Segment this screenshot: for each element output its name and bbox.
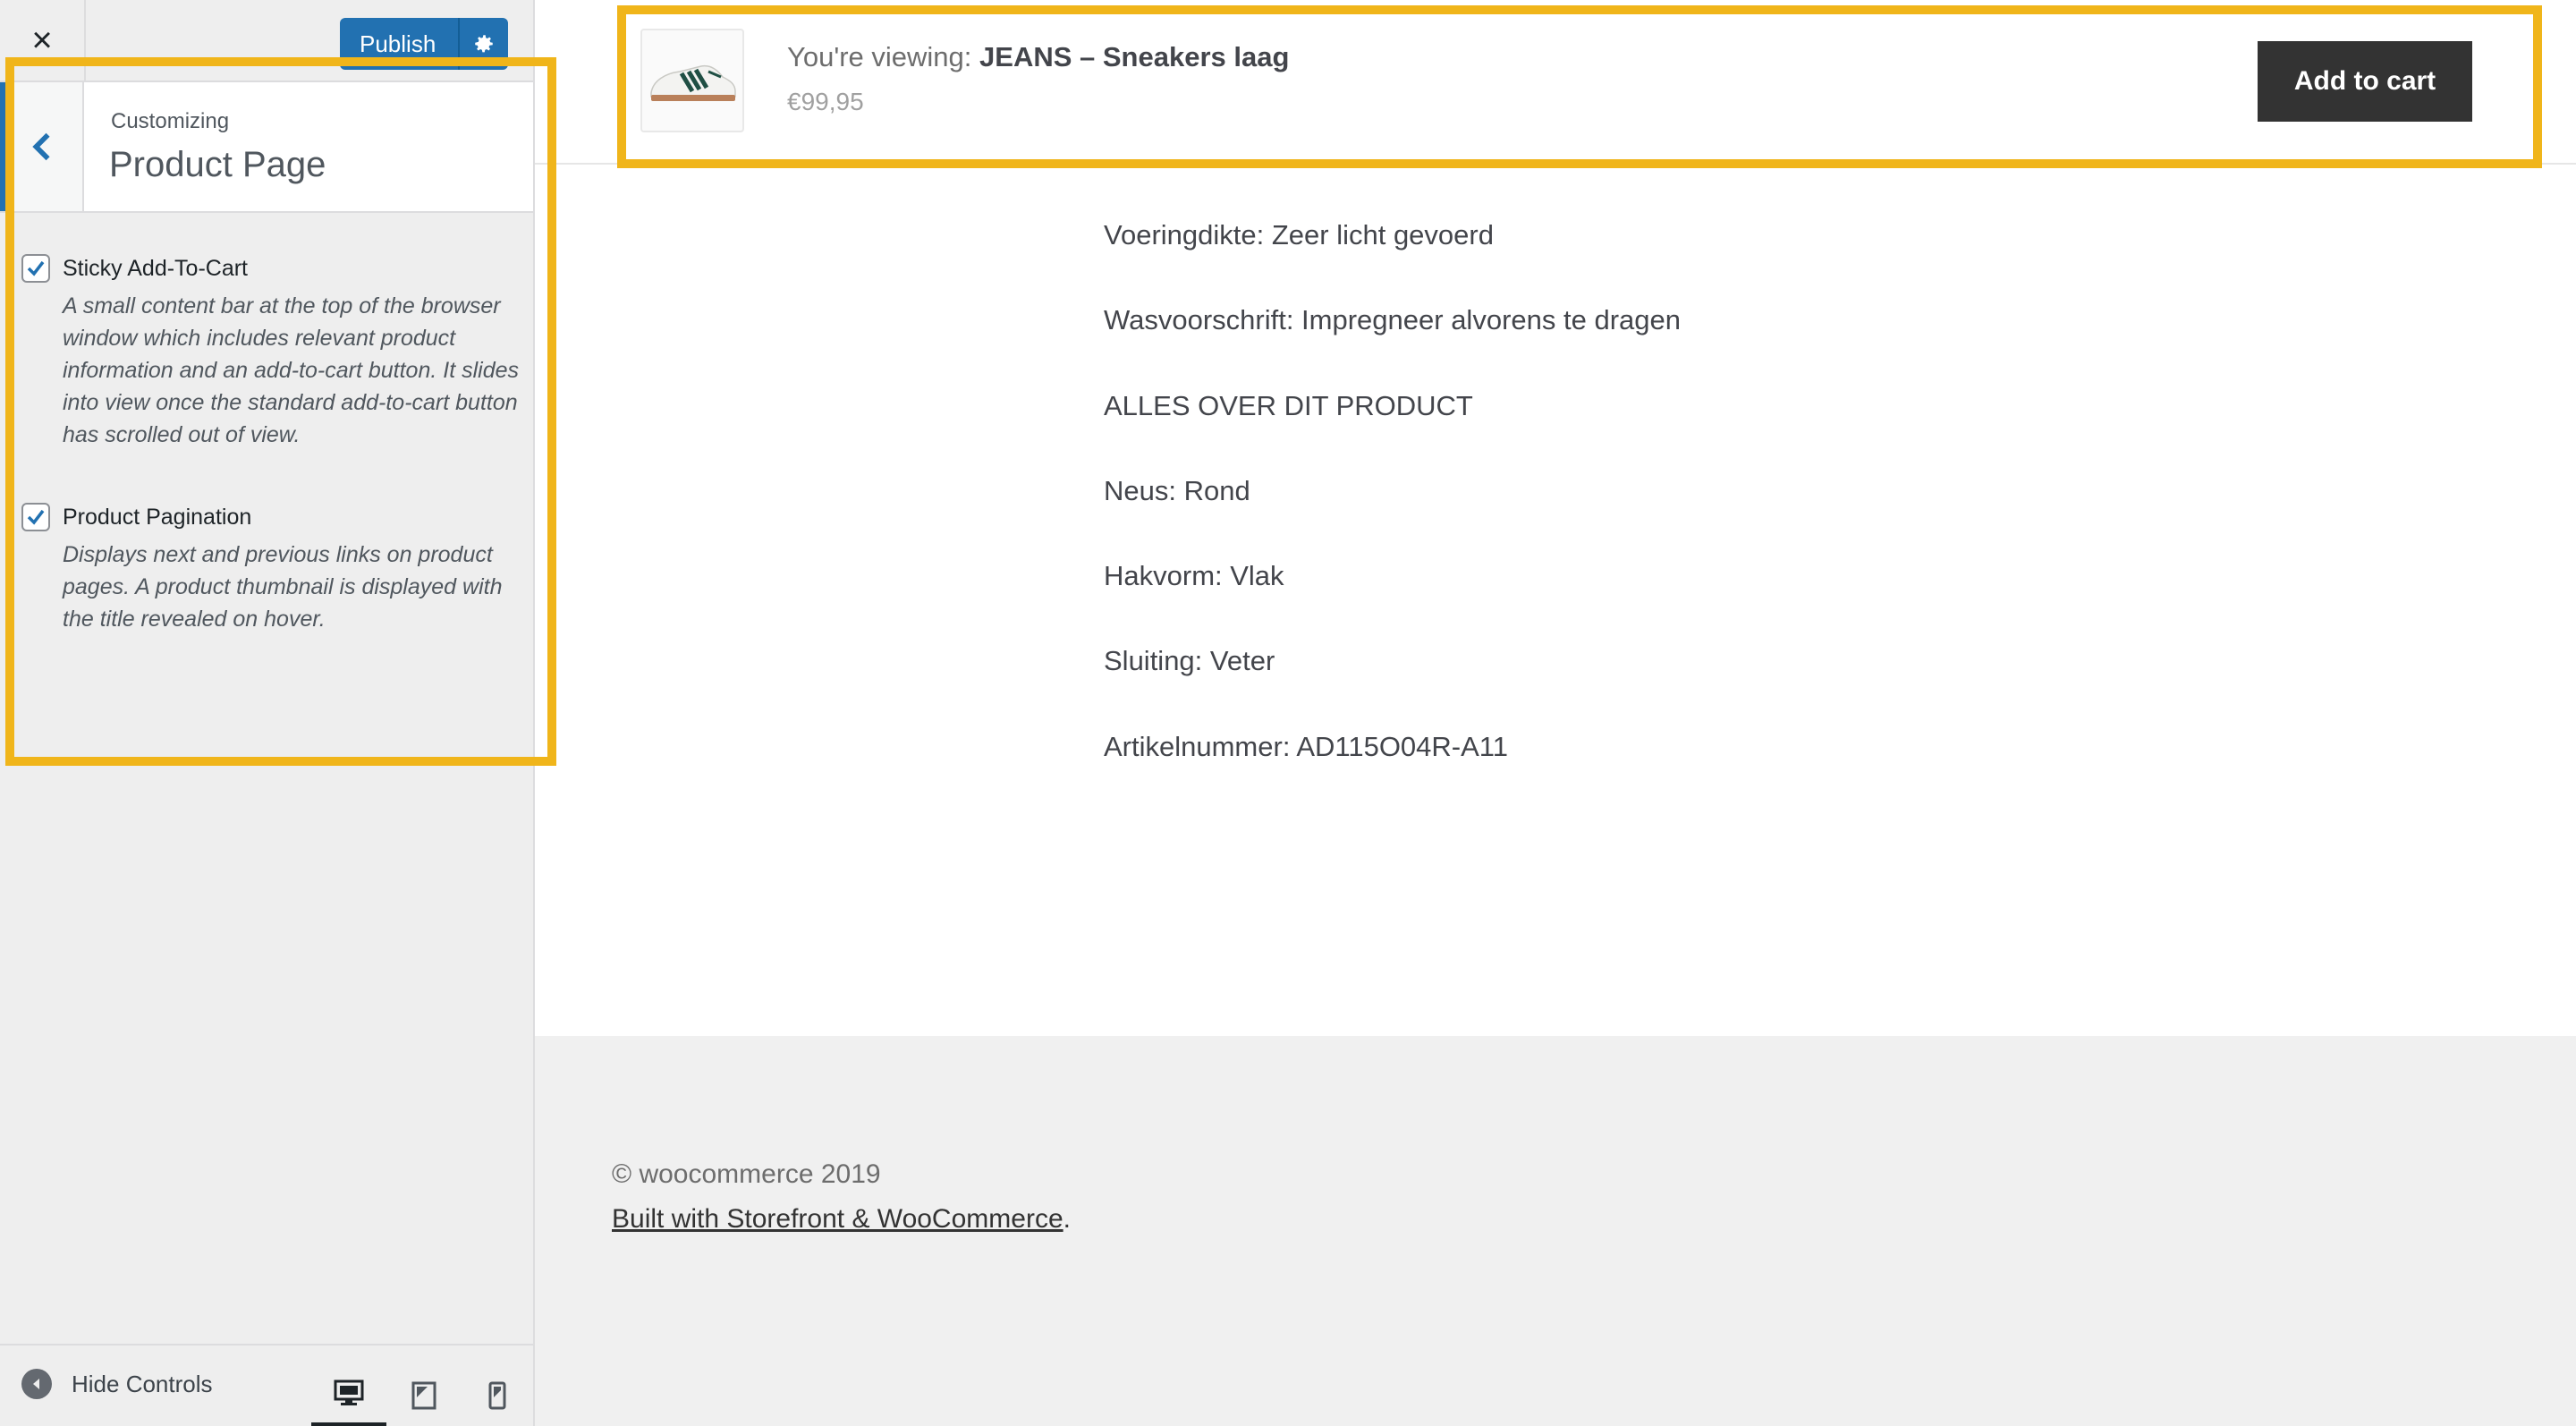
desktop-preview-button[interactable] [311,1363,386,1426]
product-description: Voeringdikte: Zeer licht gevoerd Wasvoor… [1104,215,1681,811]
copyright-text: © woocommerce 2019 [612,1159,881,1189]
hide-controls-button[interactable]: Hide Controls [21,1369,213,1399]
built-with-link[interactable]: Built with Storefront & WooCommerce [612,1204,1063,1234]
section-header: Customizing Product Page [0,81,533,213]
sneaker-image [650,64,736,101]
product-pagination-checkbox[interactable] [21,503,50,531]
sticky-add-to-cart-bar: You're viewing: JEANS – Sneakers laag €9… [535,0,2576,165]
product-pagination-control: Product Pagination Displays next and pre… [21,503,522,635]
sticky-add-to-cart-label: Sticky Add-To-Cart [63,255,249,281]
product-pagination-description: Displays next and previous links on prod… [63,542,503,632]
collapse-arrow-icon [21,1369,52,1399]
product-section-heading: ALLES OVER DIT PRODUCT [1104,389,1473,421]
hide-controls-label: Hide Controls [72,1370,213,1397]
customizer-footer: Hide Controls [0,1344,533,1426]
product-attribute-line: Neus: Rond [1104,474,1250,506]
built-with-text: Built with Storefront & WooCommerce. [612,1204,1071,1235]
checkmark-icon [27,509,45,525]
product-attribute-line: Voeringdikte: Zeer licht gevoerd [1104,219,1494,250]
product-pagination-label: Product Pagination [63,504,252,530]
built-with-suffix: . [1063,1204,1071,1234]
product-attribute-line: Artikelnummer: AD115O04R-A11 [1104,730,1508,762]
add-to-cart-button[interactable]: Add to cart [2258,41,2472,122]
desktop-icon [334,1379,364,1405]
mobile-icon [488,1381,506,1410]
product-price: €99,95 [787,88,864,115]
breadcrumb: Customizing [111,109,230,133]
viewing-text: You're viewing: JEANS – Sneakers laag [787,41,1289,73]
mobile-preview-button[interactable] [460,1363,535,1426]
product-name: JEANS – Sneakers laag [979,41,1290,72]
sticky-add-to-cart-checkbox[interactable] [21,254,50,283]
publish-button[interactable]: Publish [340,18,508,70]
site-footer: © woocommerce 2019 Built with Storefront… [535,1036,2576,1426]
site-preview: You're viewing: JEANS – Sneakers laag €9… [535,0,2576,1426]
tablet-icon [411,1381,436,1410]
sticky-add-to-cart-control: Sticky Add-To-Cart A small content bar a… [21,254,522,451]
checkmark-icon [27,260,45,276]
product-attribute-line: Hakvorm: Vlak [1104,560,1284,592]
product-thumbnail[interactable] [640,29,744,132]
section-title: Product Page [109,145,326,184]
tablet-preview-button[interactable] [386,1363,462,1426]
viewing-prefix: You're viewing: [787,41,980,72]
product-attribute-line: Sluiting: Veter [1104,645,1275,677]
back-button[interactable] [0,82,84,211]
close-icon: × [31,20,53,60]
close-customizer-button[interactable]: × [0,0,86,81]
publish-settings-gear-icon[interactable] [458,18,508,70]
publish-label: Publish [360,30,436,57]
product-attribute-line: Wasvoorschrift: Impregneer alvorens te d… [1104,304,1681,336]
chevron-left-icon [32,132,50,161]
customizer-sidebar: × Publish Customizing Product Page Stick… [0,0,535,1426]
sticky-add-to-cart-description: A small content bar at the top of the br… [63,293,520,447]
